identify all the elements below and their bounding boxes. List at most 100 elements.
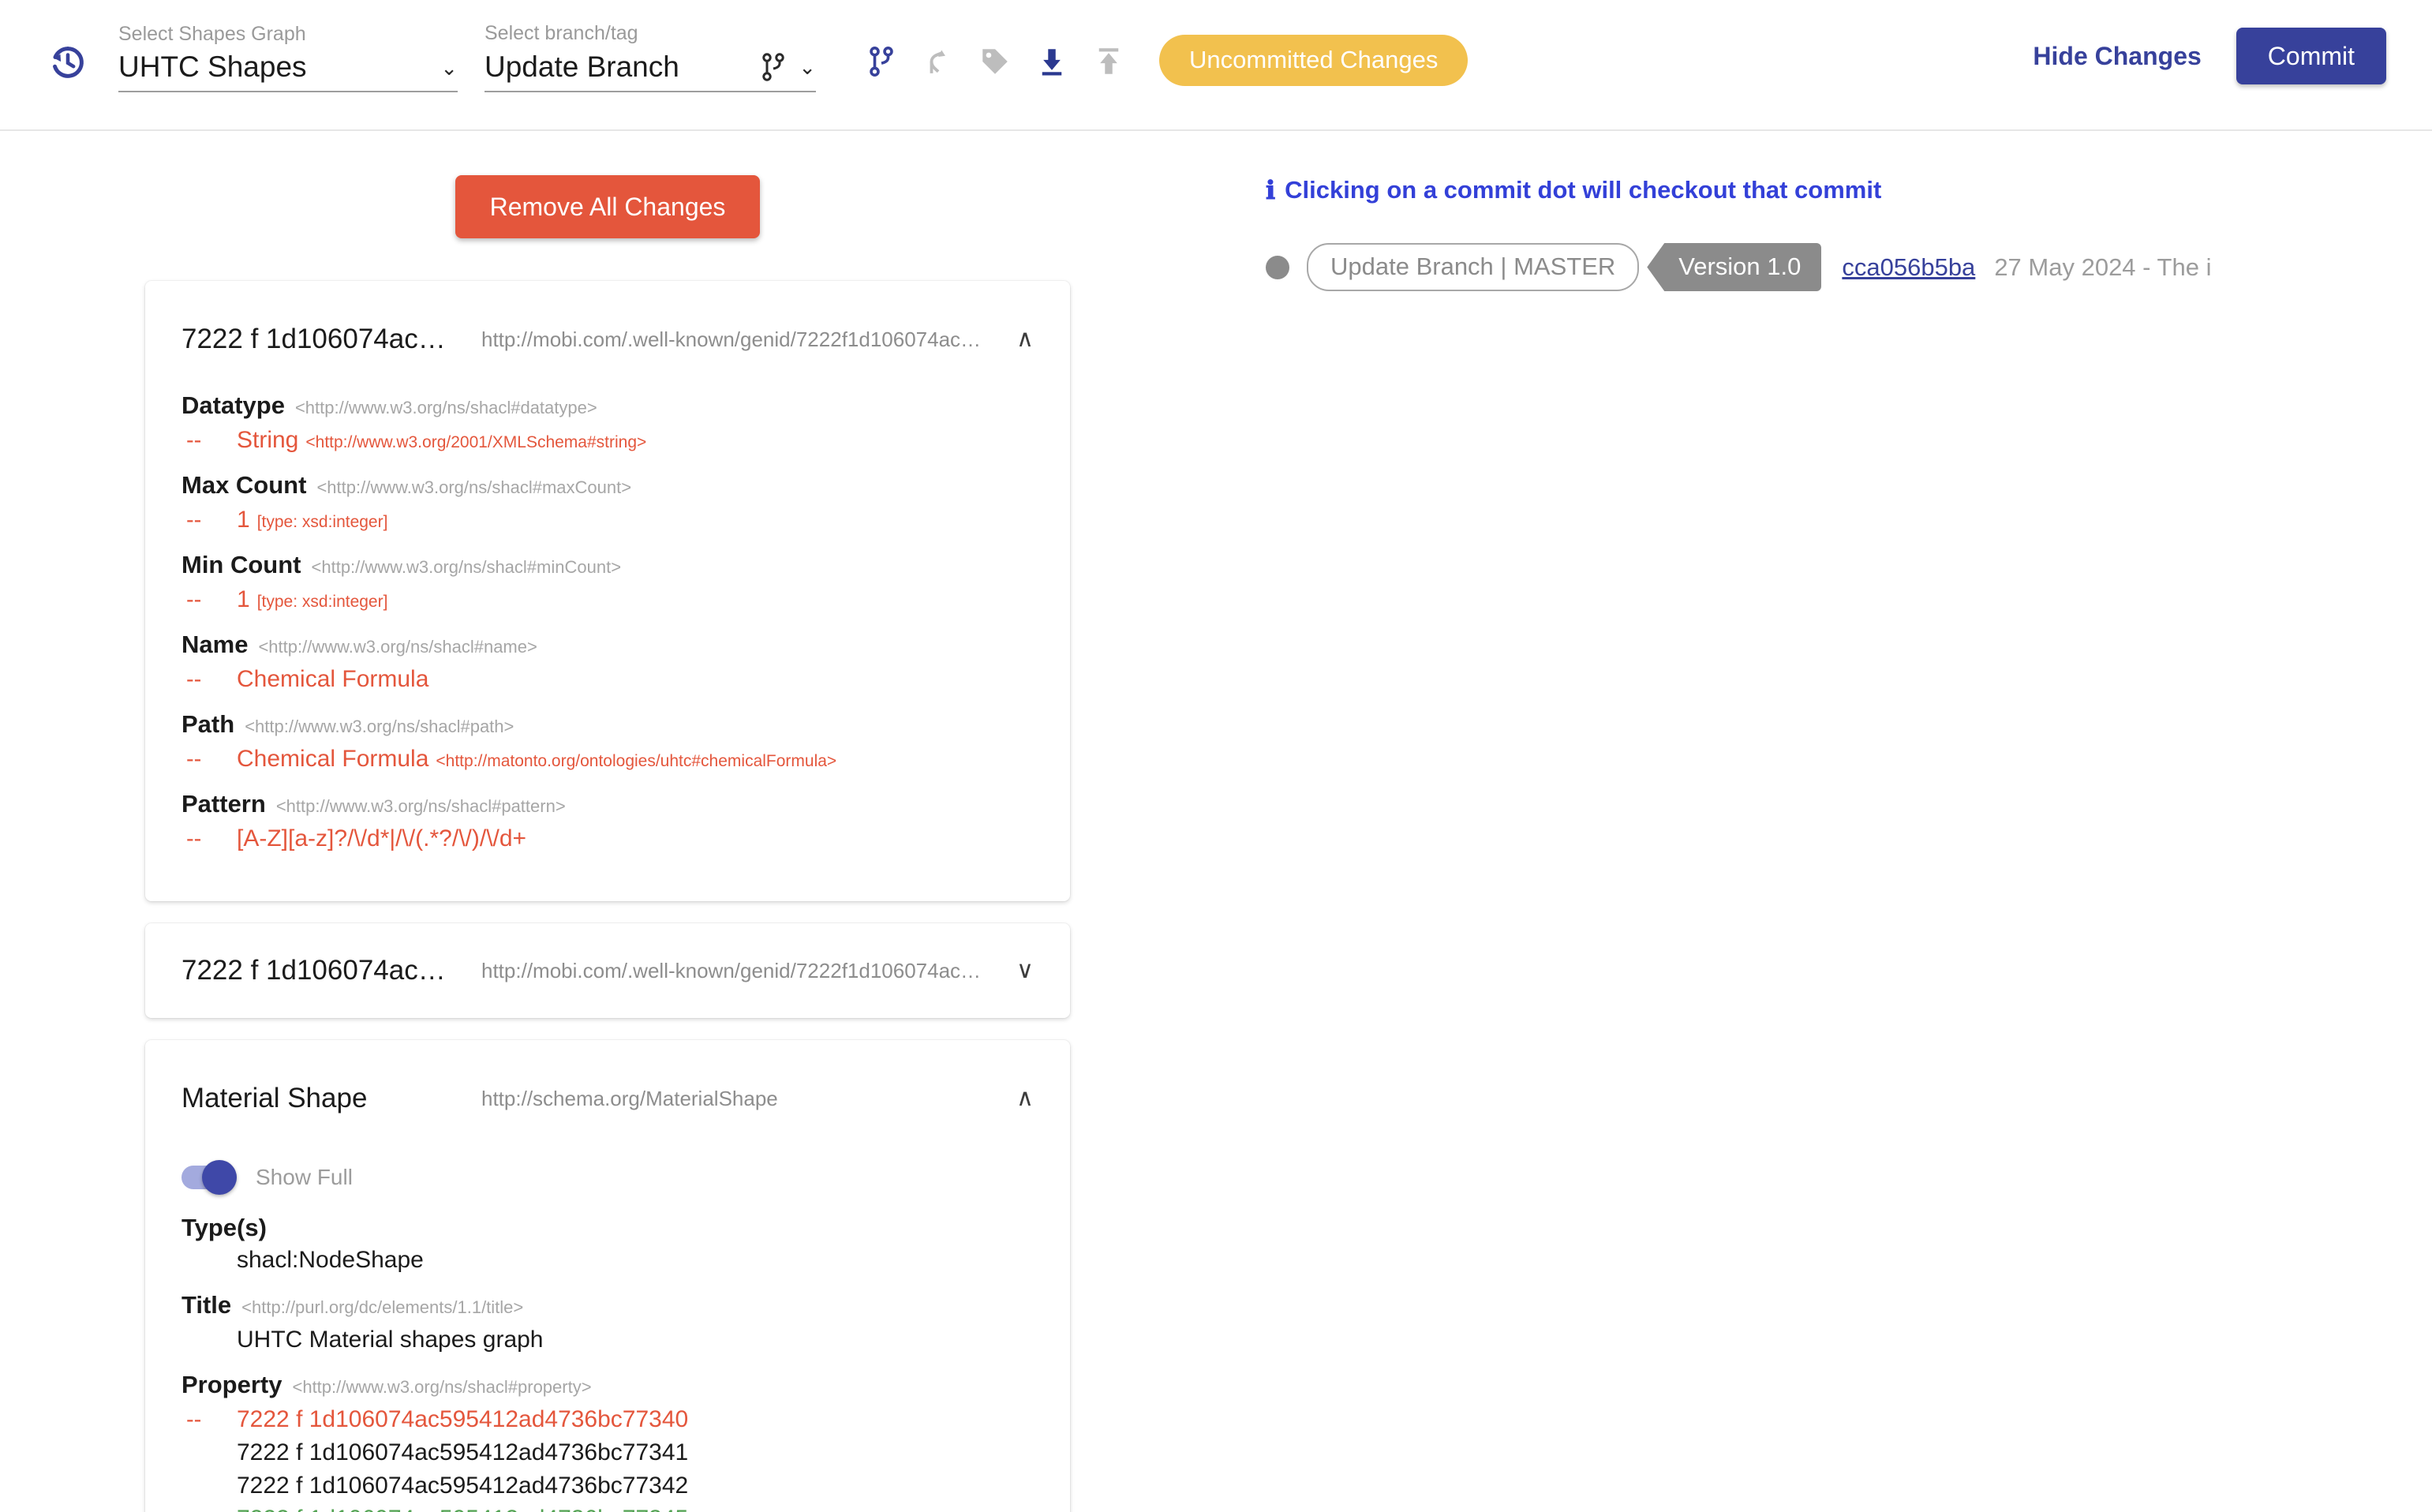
chevron-up-icon[interactable]: ∧ [1016,327,1034,351]
difference-card-header[interactable]: Material Shape http://schema.org/Material… [145,1040,1070,1151]
merge-branches-icon[interactable] [917,40,960,83]
property-value-wrap: String <http://www.w3.org/2001/XMLSchema#… [237,427,646,454]
property-value-wrap: 7222 f 1d106074ac595412ad4736bc77341 [237,1439,688,1466]
property-value: Chemical Formula [237,666,429,692]
property-value-annotation: [type: xsd:integer] [256,593,388,611]
property-value: Chemical Formula [237,746,429,772]
property-name: Name [181,631,249,658]
tag-icon[interactable] [974,40,1016,83]
property-block: Pattern <http://www.w3.org/ns/shacl#patte… [181,790,1034,855]
property-name: Pattern [181,790,266,818]
commit-list: Update Branch | MASTER Version 1.0 cca056b… [1266,243,2432,291]
uncommitted-changes-badge[interactable]: Uncommitted Changes [1159,35,1469,86]
difference-card-iri: http://schema.org/MaterialShape [481,1086,778,1110]
branch-chevron-down-icon[interactable]: ⌄ [799,57,816,77]
upload-changes-icon[interactable] [1087,40,1130,83]
difference-card-title: 7222 f 1d106074ac… [181,324,446,354]
difference-card: Material Shape http://schema.org/Material… [145,1040,1070,1512]
property-iri: <http://www.w3.org/ns/shacl#pattern> [275,796,566,816]
app-header: Select Shapes Graph UHTC Shapes ⌄ Select… [0,0,2432,131]
property-value-annotation: <http://matonto.org/ontologies/uhtc#chem… [436,752,837,770]
commit-button[interactable]: Commit [2236,28,2386,84]
history-clock-icon[interactable] [46,40,90,84]
property-value-row: -- String <http://www.w3.org/2001/XMLSchem… [181,424,1034,457]
property-header: Title <http://purl.org/dc/elements/1.1/ti… [181,1291,1034,1319]
property-block: Title <http://purl.org/dc/elements/1.1/ti… [181,1291,1034,1357]
removed-marker: -- [186,587,202,612]
property-iri: <http://www.w3.org/ns/shacl#maxCount> [316,477,632,497]
difference-card-title: Material Shape [181,1083,368,1113]
commit-dot-hint-text: Clicking on a commit dot will checkout t… [1285,176,1882,204]
property-name: Property [181,1371,282,1398]
property-header: Min Count <http://www.w3.org/ns/shacl#min… [181,551,1034,579]
types-block: Type(s) shacl:NodeShape [181,1214,1034,1274]
property-value: [A-Z][a-z]?/\/d*|/\/(.*?/\/)/\/d+ [237,825,527,851]
shapes-graph-select[interactable]: Select Shapes Graph UHTC Shapes ⌄ [118,24,458,92]
property-header: Max Count <http://www.w3.org/ns/shacl#max… [181,471,1034,500]
chevron-down-icon[interactable]: ⌄ [440,58,458,78]
property-value-row: -- 1 [type: xsd:integer] [181,503,1034,537]
added-marker: ++ [181,1506,237,1512]
branch-dropdown-icon[interactable] [758,51,789,83]
property-value: 1 [237,507,250,533]
property-value: String [237,427,299,453]
property-value-wrap: 1 [type: xsd:integer] [237,507,387,533]
difference-card-title: 7222 f 1d106074ac… [181,955,446,986]
version-tag[interactable]: Version 1.0 [1647,243,1822,291]
property-value-wrap: UHTC Material shapes graph [237,1327,544,1353]
hide-changes-link[interactable]: Hide Changes [2033,42,2201,71]
branch-tag-label: Select branch/tag [485,22,638,44]
pull-changes-icon[interactable] [1031,40,1073,83]
property-value-row: -- 7222 f 1d106074ac595412ad4736bc77340 [181,1403,1034,1436]
difference-card: 7222 f 1d106074ac… http://mobi.com/.well-… [145,281,1070,901]
commit-hash-link[interactable]: cca056b5ba [1842,253,1975,282]
commit-row: Update Branch | MASTER Version 1.0 cca056b… [1266,243,2432,291]
property-value: 7222 f 1d106074ac595412ad4736bc77340 [237,1406,689,1432]
difference-card-header[interactable]: 7222 f 1d106074ac… http://mobi.com/.well-… [145,923,1070,1018]
chevron-down-icon[interactable]: ∨ [1016,959,1034,982]
property-iri: <http://www.w3.org/ns/shacl#minCount> [311,557,622,577]
property-iri: <http://www.w3.org/ns/shacl#property> [292,1377,592,1397]
property-iri: <http://purl.org/dc/elements/1.1/title> [241,1297,524,1317]
property-value-wrap: Chemical Formula [237,666,428,693]
property-header: Name <http://www.w3.org/ns/shacl#name> [181,631,1034,659]
chevron-up-icon[interactable]: ∧ [1016,1087,1034,1110]
property-block: Name <http://www.w3.org/ns/shacl#name> -- C… [181,631,1034,696]
changes-panel: Remove All Changes 7222 f 1d106074ac… htt… [0,131,1215,1512]
property-block: Path <http://www.w3.org/ns/shacl#path> -- C… [181,710,1034,776]
removed-marker: -- [186,507,202,533]
show-full-toggle[interactable] [181,1160,237,1195]
property-value-wrap: 1 [type: xsd:integer] [237,586,387,613]
property-header: Datatype <http://www.w3.org/ns/shacl#data… [181,391,1034,420]
difference-card-header[interactable]: 7222 f 1d106074ac… http://mobi.com/.well-… [145,281,1070,391]
commit-dot[interactable] [1266,255,1289,279]
difference-card-body: Show Full Type(s) shacl:NodeShape Title <htt… [145,1160,1070,1512]
property-value-annotation: [type: xsd:integer] [256,513,388,531]
property-value-row: 7222 f 1d106074ac595412ad4736bc77341 [181,1436,1034,1469]
difference-card-list: 7222 f 1d106074ac… http://mobi.com/.well-… [145,281,1070,1512]
removed-marker: -- [186,428,202,453]
toggle-knob [202,1160,237,1195]
property-name: Title [181,1291,232,1319]
property-header: Pattern <http://www.w3.org/ns/shacl#patte… [181,790,1034,818]
commit-history-panel: ℹ Clicking on a commit dot will checkout… [1215,131,2432,1512]
property-block: Datatype <http://www.w3.org/ns/shacl#data… [181,391,1034,457]
removed-marker: -- [186,1407,202,1432]
show-full-label: Show Full [256,1165,353,1189]
property-value: UHTC Material shapes graph [237,1327,544,1353]
commit-meta: 27 May 2024 - The i [1994,253,2212,281]
remove-all-changes-button[interactable]: Remove All Changes [455,175,761,238]
property-header: Property <http://www.w3.org/ns/shacl#prop… [181,1371,1034,1399]
property-name: Datatype [181,391,285,419]
branch-tag-select[interactable]: Select branch/tag Update Branch ⌄ [485,24,816,92]
create-branch-icon[interactable] [860,40,903,83]
property-iri: <http://www.w3.org/ns/shacl#name> [258,637,537,657]
property-value-row: UHTC Material shapes graph [181,1323,1034,1357]
type-value: shacl:NodeShape [237,1247,424,1273]
branch-tag-value: Update Branch [485,50,679,83]
property-value: 7222 f 1d106074ac595412ad4736bc77341 [237,1439,689,1465]
property-value-row: 7222 f 1d106074ac595412ad4736bc77342 [181,1469,1034,1503]
branch-chip[interactable]: Update Branch | MASTER [1307,243,1640,291]
removed-marker: -- [186,667,202,692]
property-name: Path [181,710,235,738]
